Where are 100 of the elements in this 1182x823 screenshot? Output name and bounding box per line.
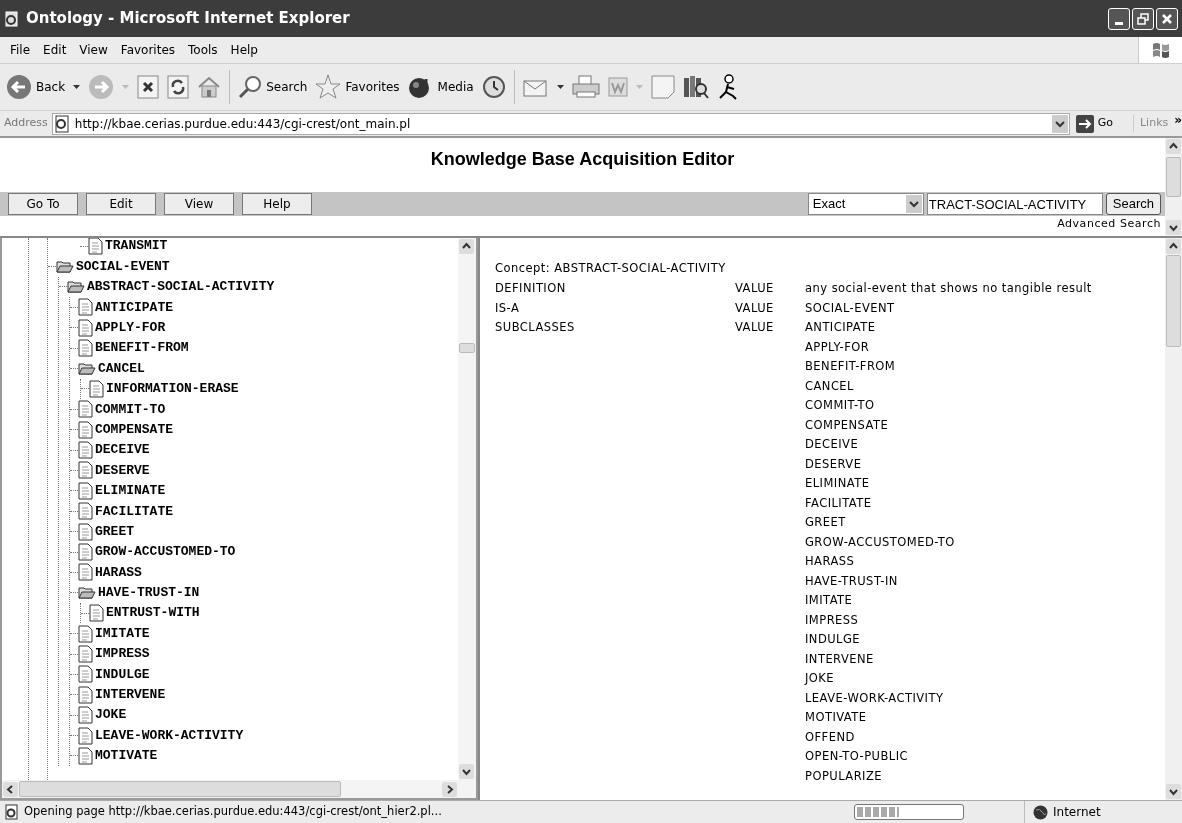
close-button[interactable] [1156, 7, 1178, 30]
scroll-down-icon[interactable] [458, 763, 475, 780]
document-icon [78, 461, 93, 480]
tree-item-label[interactable]: MOTIVATE [95, 746, 158, 766]
dropdown-caret-icon[interactable] [556, 85, 564, 89]
tree-item-label[interactable]: TRANSMIT [105, 238, 168, 256]
media-button[interactable]: Media [407, 75, 474, 99]
tree-item-label[interactable]: APPLY-FOR [95, 318, 166, 338]
tree-item-label[interactable]: INDULGE [95, 664, 150, 685]
match-mode-select[interactable]: Exact [807, 193, 924, 215]
nav-button[interactable]: Edit [86, 193, 156, 215]
advanced-search-link[interactable]: Advanced Search [1057, 216, 1161, 233]
tree-item-label[interactable]: GREET [95, 521, 134, 542]
tree-item-label[interactable]: ABSTRACT-SOCIAL-ACTIVITY [87, 277, 275, 297]
go-button[interactable]: Go [1075, 114, 1113, 133]
address-field[interactable]: http://kbae.cerias.purdue.edu:443/cgi-crest/ont_main.pl [51, 112, 1070, 135]
search-icon [238, 75, 263, 99]
scroll-thumb[interactable] [459, 343, 475, 353]
nav-button[interactable]: View [164, 193, 234, 215]
tree-item-label[interactable]: LEAVE-WORK-ACTIVITY [95, 725, 244, 746]
open-folder-icon [56, 258, 74, 275]
scroll-right-icon[interactable] [441, 780, 458, 798]
tree-item-label[interactable]: SOCIAL-EVENT [76, 256, 170, 277]
scroll-up-icon[interactable] [1165, 238, 1182, 255]
search-button[interactable]: Search [238, 75, 308, 99]
menu-item[interactable]: View [73, 39, 114, 61]
document-icon [78, 502, 93, 521]
scroll-left-icon[interactable] [2, 780, 19, 798]
menu-item[interactable]: Edit [37, 39, 73, 61]
tree-item-label[interactable]: IMITATE [95, 623, 150, 644]
chevron-button[interactable]: » [1174, 111, 1182, 129]
minimize-button[interactable] [1108, 7, 1130, 30]
books-magnifier-icon[interactable] [682, 75, 709, 99]
document-icon [78, 746, 93, 765]
back-button[interactable]: Back [6, 74, 66, 100]
nav-button[interactable]: Help [242, 193, 312, 215]
menu-item[interactable]: Tools [182, 39, 224, 61]
globe-icon [1033, 804, 1048, 820]
printer-icon[interactable] [571, 75, 600, 99]
tree-item-label[interactable]: ANTICIPATE [95, 297, 173, 318]
dropdown-caret-icon[interactable] [73, 85, 81, 89]
tree-item-label[interactable]: CANCEL [98, 358, 145, 379]
restore-button[interactable] [1132, 7, 1154, 30]
stop-icon[interactable] [137, 75, 160, 99]
search-button[interactable]: Search [1105, 193, 1161, 215]
slot-value: OFFEND [805, 728, 855, 746]
tree-item-label[interactable]: COMPENSATE [95, 419, 173, 440]
tree-item-label[interactable]: GROW-ACCUSTOMED-TO [95, 542, 236, 562]
minimize-icon [1115, 21, 1123, 25]
document-icon [78, 624, 93, 643]
facet-name: VALUE [735, 299, 775, 317]
horizontal-scrollbar[interactable] [2, 780, 476, 798]
vertical-scrollbar[interactable] [1165, 138, 1182, 236]
scroll-down-icon[interactable] [1165, 219, 1182, 236]
slot-value: DESERVE [805, 455, 862, 473]
open-folder-icon [67, 278, 85, 295]
tree-item-label[interactable]: DESERVE [95, 460, 150, 481]
tree-item-label[interactable]: DECEIVE [95, 440, 150, 460]
tree-item-label[interactable]: JOKE [95, 705, 127, 725]
slot-value: CANCEL [805, 377, 854, 395]
tree-item-label[interactable]: IMPRESS [95, 644, 150, 664]
nav-button[interactable]: Go To [8, 193, 78, 215]
search-field[interactable]: TRACT-SOCIAL-ACTIVITY [926, 193, 1103, 215]
tree-item-label[interactable]: INTERVENE [95, 685, 166, 705]
slot-value: COMPENSATE [805, 416, 889, 434]
scroll-down-icon[interactable] [1165, 783, 1182, 800]
tree-item-label[interactable]: COMMIT-TO [95, 399, 166, 420]
scroll-up-icon[interactable] [1165, 138, 1182, 155]
scroll-thumb[interactable] [19, 781, 341, 797]
scroll-thumb[interactable] [1166, 255, 1181, 347]
slot-name: SUBCLASSES [495, 319, 576, 336]
restore-icon [1137, 12, 1149, 25]
slot-value: INTERVENE [805, 650, 874, 668]
document-icon [78, 339, 93, 358]
tree-item-label[interactable]: INFORMATION-ERASE [106, 379, 239, 399]
home-icon[interactable] [197, 75, 222, 99]
tree-item-label[interactable]: HAVE-TRUST-IN [98, 583, 200, 603]
document-icon [78, 563, 93, 582]
history-clock-icon[interactable] [481, 75, 506, 99]
status-message: Opening page http://kbae.cerias.purdue.edu:443/cgi-crest/ont_hier2.pl... [24, 803, 443, 821]
page-icon [52, 114, 71, 133]
scroll-thumb[interactable] [1166, 157, 1181, 197]
tree-item-label[interactable]: BENEFIT-FROM [95, 338, 189, 358]
menu-item[interactable]: Favorites [114, 39, 182, 61]
favorites-button[interactable]: Favorites [315, 74, 400, 100]
document-icon [78, 522, 93, 541]
vertical-scrollbar[interactable] [1165, 238, 1182, 800]
tree-item-label[interactable]: FACILITATE [95, 501, 173, 521]
refresh-icon[interactable] [167, 75, 190, 99]
menu-item[interactable]: File [4, 39, 37, 61]
scroll-up-icon[interactable] [458, 238, 475, 255]
tree-item-label[interactable]: HARASS [95, 562, 142, 583]
menu-item[interactable]: Help [224, 39, 264, 61]
document-icon [89, 604, 104, 623]
slot-value: SOCIAL-EVENT [805, 299, 895, 317]
page-icon [4, 10, 20, 27]
tree-item-label[interactable]: ENTRUST-WITH [106, 603, 200, 623]
vertical-scrollbar[interactable] [458, 238, 476, 780]
tree-item-label[interactable]: ELIMINATE [95, 481, 166, 501]
slot-value: GROW-ACCUSTOMED-TO [805, 533, 955, 551]
